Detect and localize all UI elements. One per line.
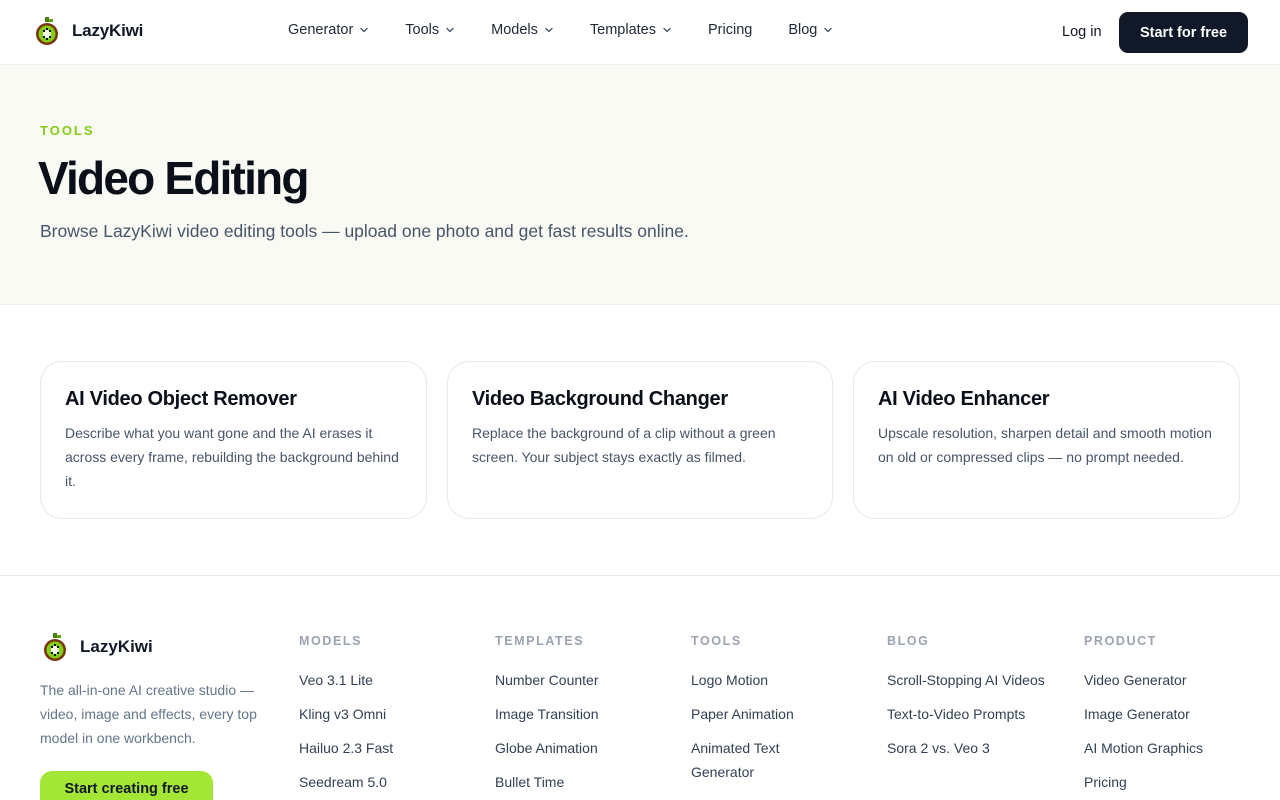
tool-card-object-remover[interactable]: AI Video Object Remover Describe what yo… — [40, 361, 427, 519]
footer-link[interactable]: Globe Animation — [495, 736, 665, 760]
footer-link[interactable]: AI Motion Graphics — [1084, 736, 1244, 760]
nav-templates[interactable]: Templates — [590, 22, 672, 38]
footer-link[interactable]: Hailuo 2.3 Fast — [299, 736, 469, 760]
chevron-down-icon — [824, 27, 833, 33]
brand-logo-link[interactable]: LazyKiwi — [34, 16, 143, 46]
footer-description: The all-in-one AI creative studio — vide… — [40, 682, 257, 746]
footer-column-blog: BLOG Scroll-Stopping AI Videos Text-to-V… — [887, 634, 1047, 770]
site-footer: LazyKiwi The all-in-one AI creative stud… — [0, 575, 1280, 800]
footer-brand-name: LazyKiwi — [80, 637, 153, 656]
start-for-free-button[interactable]: Start for free — [1119, 12, 1248, 53]
brand-name: LazyKiwi — [72, 21, 144, 40]
footer-link[interactable]: Scroll-Stopping AI Videos — [887, 668, 1047, 692]
footer-link[interactable]: Video Generator — [1084, 668, 1244, 692]
footer-column-product: PRODUCT Video Generator Image Generator … — [1084, 634, 1244, 800]
nav-tools[interactable]: Tools — [405, 22, 455, 38]
nav-label: Pricing — [708, 22, 753, 38]
footer-link[interactable]: Kling v3 Omni — [299, 702, 469, 726]
footer-link[interactable]: Paper Animation — [691, 702, 841, 726]
footer-column-heading: MODELS — [299, 634, 363, 648]
footer-link[interactable]: Number Counter — [495, 668, 665, 692]
tool-card-video-enhancer[interactable]: AI Video Enhancer Upscale resolution, sh… — [853, 361, 1240, 519]
nav-models[interactable]: Models — [491, 22, 554, 38]
hero-eyebrow: TOOLS — [40, 123, 95, 138]
footer-link[interactable]: Text-to-Video Prompts — [887, 702, 1047, 726]
footer-link[interactable]: Sora 2 vs. Veo 3 — [887, 736, 1047, 760]
footer-column-heading: TOOLS — [691, 634, 742, 648]
kiwi-logo-icon — [36, 17, 58, 45]
chevron-down-icon — [545, 27, 553, 33]
footer-column-models: MODELS Veo 3.1 Lite Kling v3 Omni Hailuo… — [299, 634, 469, 800]
hero-subtitle: Browse LazyKiwi video editing tools — up… — [40, 221, 689, 241]
main-nav: Generator Tools Models Templates Pricing… — [288, 22, 869, 38]
footer-column-templates: TEMPLATES Number Counter Image Transitio… — [495, 634, 665, 800]
footer-link[interactable]: Veo 3.1 Lite — [299, 668, 469, 692]
start-creating-free-button[interactable]: Start creating free — [40, 771, 213, 800]
card-description: Describe what you want gone and the AI e… — [65, 425, 399, 489]
footer-column-tools: TOOLS Logo Motion Paper Animation Animat… — [691, 634, 841, 794]
footer-link[interactable]: Image Transition — [495, 702, 665, 726]
kiwi-logo-icon — [44, 633, 66, 661]
footer-column-heading: TEMPLATES — [495, 634, 585, 648]
card-description: Upscale resolution, sharpen detail and s… — [878, 425, 1212, 465]
nav-label: Generator — [288, 22, 354, 38]
footer-brand-link[interactable]: LazyKiwi — [42, 632, 153, 662]
card-title: Video Background Changer — [472, 388, 728, 410]
hero-section: TOOLS Video Editing Browse LazyKiwi vide… — [0, 65, 1280, 305]
page-title: Video Editing — [38, 152, 309, 204]
card-description: Replace the background of a clip without… — [472, 425, 776, 465]
footer-link[interactable]: Bullet Time — [495, 770, 665, 794]
footer-link[interactable]: Pricing — [1084, 770, 1244, 794]
chevron-down-icon — [446, 27, 454, 33]
nav-label: Tools — [405, 22, 440, 38]
nav-label: Models — [491, 22, 538, 38]
footer-column-heading: BLOG — [887, 634, 930, 648]
nav-blog[interactable]: Blog — [788, 22, 833, 38]
card-title: AI Video Enhancer — [878, 388, 1050, 410]
nav-generator[interactable]: Generator — [288, 22, 369, 38]
chevron-down-icon — [663, 27, 671, 33]
card-title: AI Video Object Remover — [65, 388, 297, 410]
tool-card-background-changer[interactable]: Video Background Changer Replace the bac… — [447, 361, 833, 519]
site-header: LazyKiwi Generator Tools Models Template… — [0, 0, 1280, 65]
footer-column-heading: PRODUCT — [1084, 634, 1158, 648]
footer-link[interactable]: Animated Text Generator — [691, 736, 841, 784]
footer-link[interactable]: Seedream 5.0 — [299, 770, 469, 794]
nav-label: Templates — [589, 22, 656, 38]
login-link[interactable]: Log in — [1062, 24, 1102, 40]
footer-link[interactable]: Image Generator — [1084, 702, 1244, 726]
chevron-down-icon — [360, 27, 368, 33]
nav-label: Blog — [788, 22, 818, 38]
nav-pricing[interactable]: Pricing — [708, 22, 752, 38]
footer-link[interactable]: Logo Motion — [691, 668, 841, 692]
